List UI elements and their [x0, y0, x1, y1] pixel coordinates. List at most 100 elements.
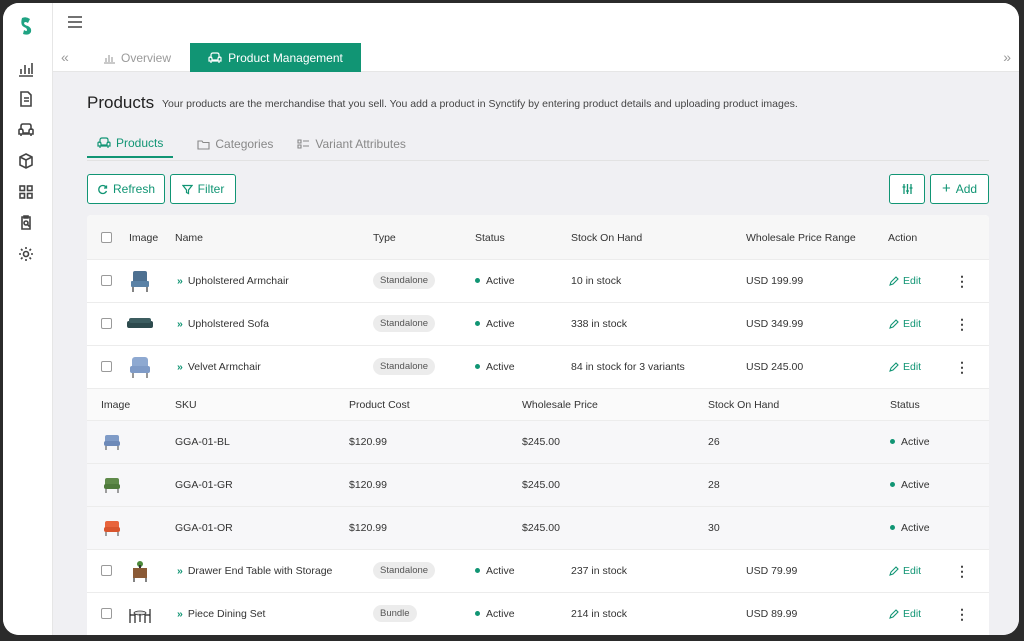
status-dot — [475, 567, 480, 573]
product-name[interactable]: Drawer End Table with Storage — [188, 565, 333, 577]
product-image — [129, 609, 151, 623]
row-checkbox[interactable] — [101, 608, 112, 619]
select-all-checkbox[interactable] — [101, 232, 112, 243]
table-row[interactable]: » Upholstered Armchair Standalone Active … — [87, 260, 989, 303]
status-dot — [890, 481, 895, 487]
product-name[interactable]: Piece Dining Set — [188, 608, 266, 620]
variant-price: $245.00 — [522, 479, 560, 491]
variant-header-image: Image — [101, 399, 131, 411]
analytics-icon[interactable] — [17, 60, 35, 78]
stock-text: 338 in stock — [571, 318, 628, 330]
app-window: « Overview Product Management » Products… — [3, 3, 1019, 635]
variant-cost: $120.99 — [349, 522, 387, 534]
expand-icon[interactable]: » — [177, 361, 183, 373]
subtab-variant-attributes[interactable]: Variant Attributes — [287, 130, 406, 158]
pencil-icon — [889, 276, 899, 286]
variant-stock: 28 — [708, 479, 720, 491]
subtab-products-label: Products — [116, 136, 164, 150]
edit-button[interactable]: Edit — [889, 275, 921, 287]
stock-text: 237 in stock — [571, 565, 628, 577]
settings-icon[interactable] — [17, 245, 35, 263]
expand-icon[interactable]: » — [177, 318, 183, 330]
product-name[interactable]: Upholstered Sofa — [188, 318, 269, 330]
status-dot — [475, 320, 480, 326]
document-icon[interactable] — [17, 90, 35, 108]
status-dot — [475, 610, 480, 616]
clipboard-search-icon[interactable] — [17, 214, 35, 232]
more-options-icon[interactable]: ⋮ — [955, 563, 969, 580]
row-checkbox[interactable] — [101, 275, 112, 286]
variant-status: Active — [901, 522, 930, 534]
row-checkbox[interactable] — [101, 565, 112, 576]
variant-price: $245.00 — [522, 522, 560, 534]
more-options-icon[interactable]: ⋮ — [955, 273, 969, 290]
sub-tabs: Products Categories Variant Attributes — [87, 130, 406, 160]
subtab-categories[interactable]: Categories — [187, 130, 273, 158]
header-stock[interactable]: Stock On Hand — [571, 232, 642, 244]
variant-table-header: Image SKU Product Cost Wholesale Price S… — [87, 389, 989, 421]
sliders-icon — [902, 184, 912, 194]
edit-button[interactable]: Edit — [889, 318, 921, 330]
column-settings-button[interactable] — [889, 174, 925, 204]
status-text: Active — [486, 318, 515, 330]
collapse-left-icon[interactable]: « — [61, 49, 69, 65]
refresh-label: Refresh — [112, 182, 156, 196]
variant-row: GGA-01-BL $120.99 $245.00 26 Active — [87, 421, 989, 464]
table-row[interactable]: » Piece Dining Set Bundle Active 214 in s… — [87, 593, 989, 635]
pencil-icon — [889, 362, 899, 372]
armchair-icon[interactable] — [17, 121, 35, 139]
more-options-icon[interactable]: ⋮ — [955, 316, 969, 333]
list-icon — [297, 139, 310, 149]
edit-button[interactable]: Edit — [889, 361, 921, 373]
header-type[interactable]: Type — [373, 232, 396, 244]
tab-product-management-label: Product Management — [228, 50, 343, 65]
products-table: Image Name Type Status Stock On Hand Who… — [87, 215, 989, 635]
filter-button[interactable]: Filter — [170, 174, 236, 204]
header-name[interactable]: Name — [175, 232, 203, 244]
armchair-icon — [97, 137, 111, 148]
top-bar — [53, 3, 1019, 43]
stock-text: 84 in stock for 3 variants — [571, 361, 685, 373]
row-checkbox[interactable] — [101, 361, 112, 372]
subtabs-divider — [87, 160, 989, 161]
subtab-products[interactable]: Products — [87, 130, 174, 158]
price-text: USD 79.99 — [746, 565, 798, 577]
header-action: Action — [888, 232, 918, 244]
edit-button[interactable]: Edit — [889, 565, 921, 577]
type-badge: Standalone — [373, 562, 436, 579]
product-name[interactable]: Upholstered Armchair — [188, 275, 289, 287]
status-text: Active — [486, 565, 515, 577]
status-dot — [475, 363, 480, 369]
plus-icon: + — [941, 180, 951, 197]
page-description: Your products are the merchandise that y… — [162, 98, 798, 110]
expand-icon[interactable]: » — [177, 275, 183, 287]
more-options-icon[interactable]: ⋮ — [955, 359, 969, 376]
variant-header-price: Wholesale Price — [522, 399, 598, 411]
table-row[interactable]: » Upholstered Sofa Standalone Active 338 … — [87, 303, 989, 346]
header-status[interactable]: Status — [475, 232, 505, 244]
grid-icon[interactable] — [17, 183, 35, 201]
add-button[interactable]: + Add — [930, 174, 989, 204]
status-text: Active — [486, 361, 515, 373]
refresh-button[interactable]: Refresh — [87, 174, 165, 204]
tab-product-management[interactable]: Product Management — [190, 43, 361, 72]
tab-overview[interactable]: Overview — [103, 51, 171, 65]
price-text: USD 245.00 — [746, 361, 804, 373]
expand-icon[interactable]: » — [177, 565, 183, 577]
table-row[interactable]: » Drawer End Table with Storage Standalon… — [87, 550, 989, 593]
edit-button[interactable]: Edit — [889, 608, 921, 620]
header-price-range[interactable]: Wholesale Price Range — [746, 232, 856, 244]
box-icon[interactable] — [17, 152, 35, 170]
row-checkbox[interactable] — [101, 318, 112, 329]
product-name[interactable]: Velvet Armchair — [188, 361, 261, 373]
collapse-right-icon[interactable]: » — [1003, 49, 1011, 65]
table-row[interactable]: » Velvet Armchair Standalone Active 84 in… — [87, 346, 989, 389]
edit-label: Edit — [903, 275, 922, 287]
pencil-icon — [889, 609, 899, 619]
more-options-icon[interactable]: ⋮ — [955, 606, 969, 623]
expand-icon[interactable]: » — [177, 608, 183, 620]
type-badge: Bundle — [373, 605, 417, 622]
chart-icon — [104, 55, 115, 64]
stock-text: 10 in stock — [571, 275, 622, 287]
menu-icon[interactable] — [67, 15, 83, 29]
